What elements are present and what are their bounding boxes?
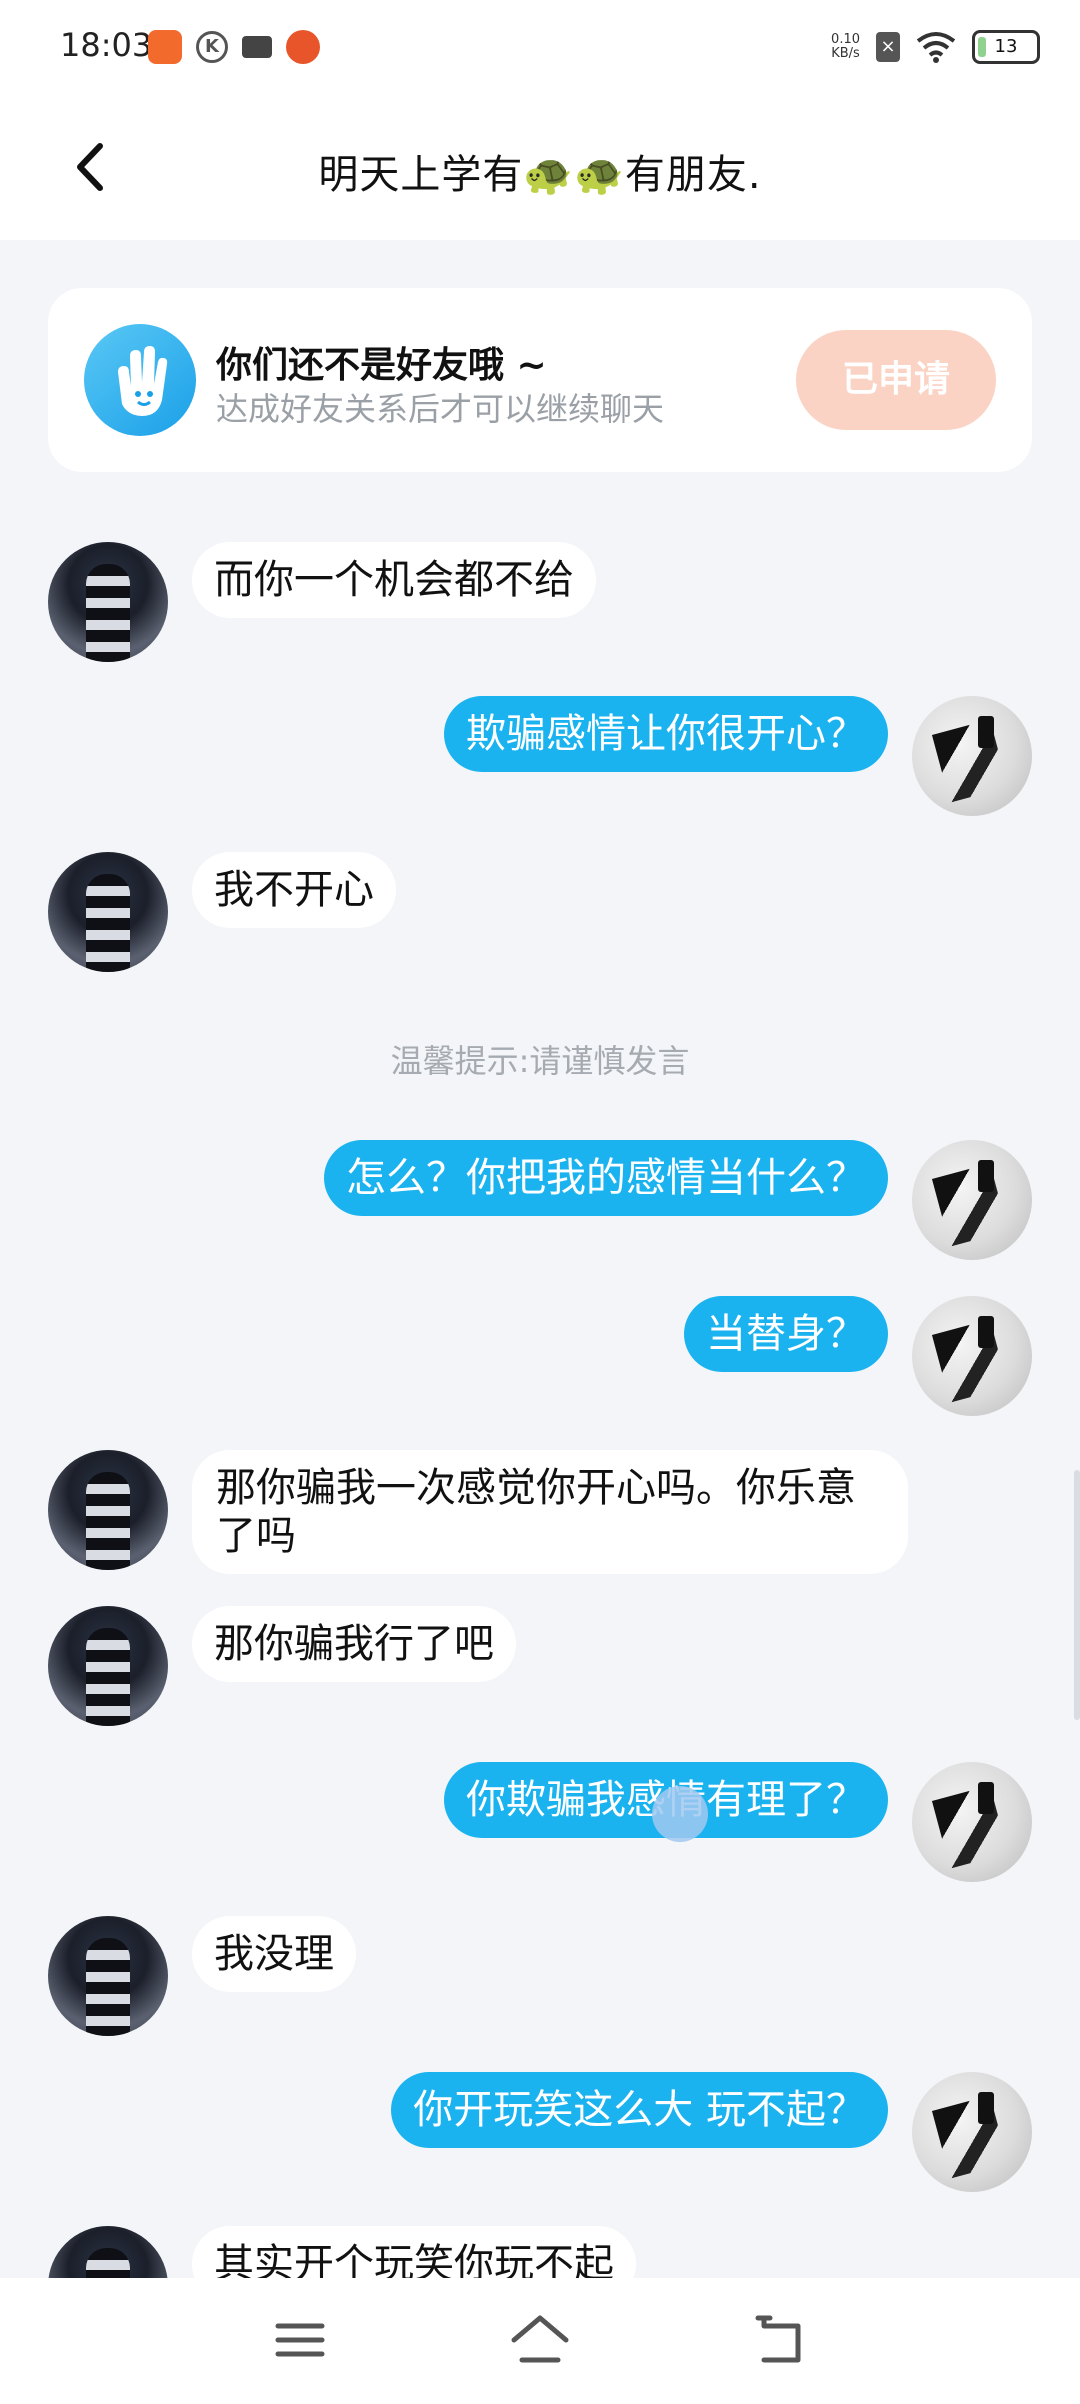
chat-title: 明天上学有🐢🐢有朋友. (318, 152, 762, 198)
message-bubble-right[interactable]: 欺骗感情让你很开心？ (444, 696, 888, 772)
avatar[interactable] (912, 1762, 1032, 1882)
message-bubble-right[interactable]: 当替身？ (684, 1296, 888, 1372)
avatar[interactable] (912, 696, 1032, 816)
pumpkin-app-icon (286, 30, 320, 64)
friend-card-title: 你们还不是好友哦 ~ (216, 345, 547, 386)
avatar[interactable] (912, 2072, 1032, 2192)
home-icon[interactable] (504, 2304, 576, 2376)
video-camera-icon (242, 36, 272, 58)
avatar[interactable] (48, 1450, 168, 1570)
touch-indicator (652, 1786, 708, 1842)
menu-icon[interactable] (264, 2304, 336, 2376)
hand-wave-icon (84, 324, 196, 436)
avatar[interactable] (48, 1916, 168, 2036)
message-bubble-left[interactable]: 我没理 (192, 1916, 356, 1992)
message-bubble-left[interactable]: 我不开心 (192, 852, 396, 928)
status-bar: 18:03 K 0.10 KB/s × 13 (0, 0, 1080, 96)
back-icon[interactable] (744, 2304, 816, 2376)
status-right: 0.10 KB/s × 13 (831, 30, 1040, 64)
message-bubble-right[interactable]: 你开玩笑这么大 玩不起？ (391, 2072, 888, 2148)
avatar[interactable] (48, 542, 168, 662)
applied-button[interactable]: 已申请 (796, 330, 996, 430)
battery-icon: 13 (972, 30, 1040, 64)
message-bubble-left[interactable]: 而你一个机会都不给 (192, 542, 596, 618)
orange-app-icon (148, 30, 182, 64)
network-speed: 0.10 KB/s (831, 32, 860, 61)
chat-header: 明天上学有🐢🐢有朋友. (0, 96, 1080, 240)
wifi-icon (916, 32, 956, 63)
scrollbar[interactable] (1074, 1470, 1080, 1720)
friend-card-subtitle: 达成好友关系后才可以继续聊天 (216, 390, 665, 428)
notification-icons: K (148, 30, 320, 64)
message-bubble-left[interactable]: 那你骗我一次感觉你开心吗。你乐意了吗 (192, 1450, 908, 1574)
notification-x-icon: × (876, 32, 900, 62)
k-app-icon: K (196, 31, 228, 63)
message-bubble-right[interactable]: 怎么？你把我的感情当什么？ (324, 1140, 888, 1216)
status-time: 18:03 (60, 26, 153, 64)
avatar[interactable] (912, 1296, 1032, 1416)
system-nav-bar (0, 2278, 1080, 2404)
avatar[interactable] (48, 1606, 168, 1726)
friend-request-card: 你们还不是好友哦 ~ 达成好友关系后才可以继续聊天 已申请 (48, 288, 1032, 472)
avatar[interactable] (912, 1140, 1032, 1260)
caution-tip: 温馨提示:请谨慎发言 (390, 1042, 690, 1080)
message-bubble-left[interactable]: 那你骗我行了吧 (192, 1606, 516, 1682)
avatar[interactable] (48, 852, 168, 972)
